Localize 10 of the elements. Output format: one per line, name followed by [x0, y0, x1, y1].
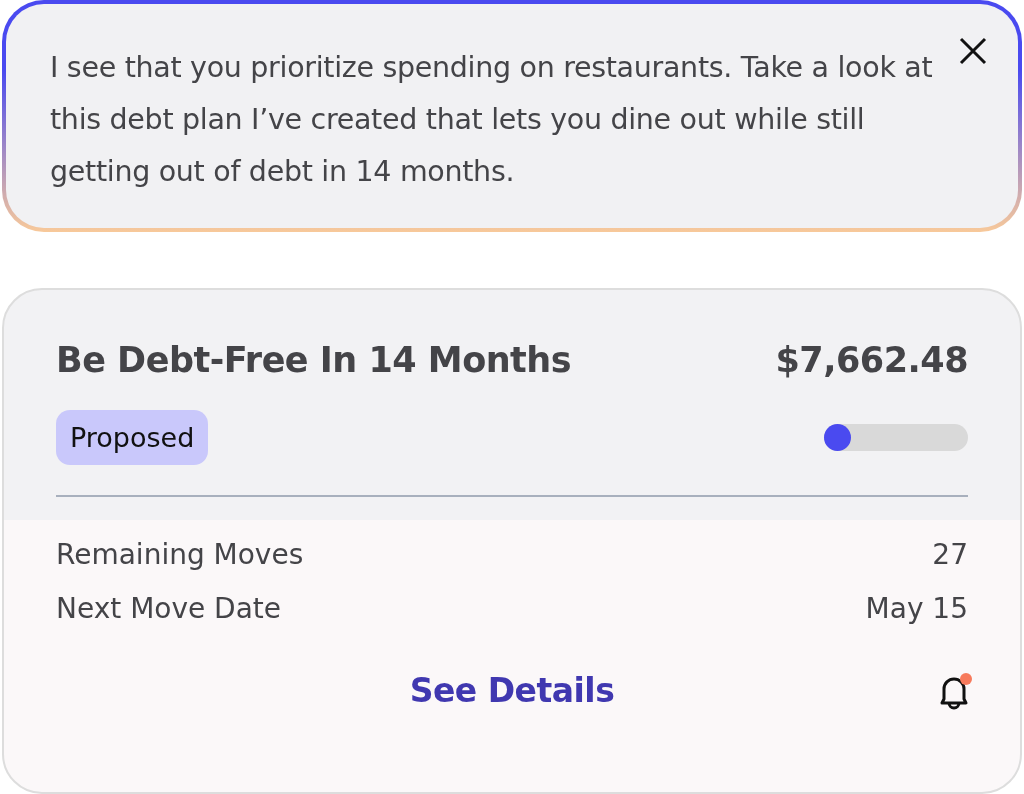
- message-text: I see that you prioritize spending on restaurants. Take a look at this debt plan I’ve created that lets you dine out while still getting out of debt in 14 months.: [50, 50, 934, 190]
- detail-value: 27: [932, 537, 968, 573]
- close-icon[interactable]: [958, 36, 988, 66]
- see-details-link[interactable]: See Details: [409, 671, 615, 710]
- plan-amount: $7,662.48: [775, 340, 968, 380]
- detail-label: Next Move Date: [56, 591, 282, 627]
- detail-value: May 15: [865, 591, 968, 627]
- plan-title: Be Debt-Free In 14 Months: [56, 340, 572, 380]
- status-badge: Proposed: [56, 410, 209, 465]
- detail-label: Remaining Moves: [56, 537, 304, 573]
